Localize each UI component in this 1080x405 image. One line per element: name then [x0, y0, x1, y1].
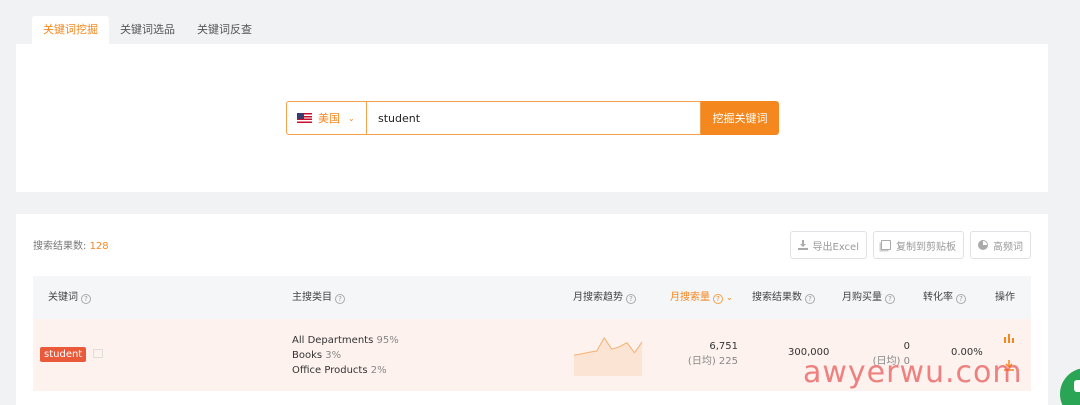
col-monthly-purchase: 月购买量?	[842, 276, 895, 319]
download-icon	[797, 240, 808, 250]
monthly-purchase: 0	[903, 341, 910, 352]
category-pct: 3%	[325, 350, 342, 361]
export-excel-button[interactable]: 导出Excel	[789, 231, 867, 259]
keyword-tag[interactable]: student	[40, 347, 87, 362]
col-category: 主搜类目?	[292, 276, 345, 319]
search-bar: 美国 ⌄ student 挖掘关键词	[286, 101, 779, 135]
table-header: 关键词? 主搜类目? 月搜索趋势? 月搜索量? ⌄ 搜索结果数? 月购买量? 转化…	[33, 276, 1031, 319]
export-excel-label: 导出Excel	[812, 241, 860, 253]
us-flag-icon	[297, 113, 312, 123]
category-item: Office Products 2%	[292, 363, 399, 378]
help-icon[interactable]: ?	[885, 294, 895, 304]
monthly-volume: 6,751	[709, 341, 738, 352]
search-input[interactable]: student	[366, 101, 701, 135]
category-name: Office Products	[292, 365, 368, 376]
help-icon[interactable]: ?	[626, 294, 636, 304]
col-monthly-purchase-label: 月购买量	[842, 292, 882, 303]
col-keyword-label: 关键词	[48, 292, 78, 303]
pie-chart-icon	[978, 240, 988, 250]
category-name: Books	[292, 350, 323, 361]
col-trend: 月搜索趋势?	[573, 276, 636, 319]
trend-sparkline[interactable]	[573, 332, 645, 378]
col-result-count-label: 搜索结果数	[752, 292, 802, 303]
result-count-value: 128	[89, 241, 109, 252]
category-item: All Departments 95%	[292, 333, 399, 348]
copy-to-clipboard-button[interactable]: 复制到剪贴板	[873, 231, 964, 259]
tab-keyword-mining[interactable]: 关键词挖掘	[32, 16, 109, 44]
col-monthly-volume[interactable]: 月搜索量? ⌄	[670, 276, 733, 319]
country-label: 美国	[318, 112, 340, 125]
sort-desc-icon[interactable]: ⌄	[726, 293, 733, 302]
col-actions: 操作	[995, 292, 1015, 303]
help-icon[interactable]: ?	[81, 294, 91, 304]
monthly-volume-cell: 6,751 (日均) 225	[688, 339, 738, 369]
help-icon[interactable]: ?	[805, 294, 815, 304]
result-count: 搜索结果数: 128	[33, 237, 109, 252]
result-actions: 导出Excel 复制到剪贴板 高频词	[789, 231, 1031, 259]
copy-icon	[881, 240, 891, 250]
external-link-icon[interactable]	[93, 349, 103, 358]
category-pct: 95%	[376, 335, 399, 346]
frequent-words-label: 高频词	[993, 241, 1023, 253]
copy-label: 复制到剪贴板	[896, 241, 956, 253]
tab-bar: 关键词挖掘 关键词选品 关键词反查	[32, 16, 263, 44]
country-select[interactable]: 美国 ⌄	[286, 101, 366, 135]
col-conversion-label: 转化率	[923, 292, 953, 303]
category-item: Books 3%	[292, 348, 399, 363]
category-name: All Departments	[292, 335, 374, 346]
col-keyword: 关键词?	[48, 276, 91, 319]
mine-keywords-button[interactable]: 挖掘关键词	[701, 101, 779, 135]
col-monthly-volume-label: 月搜索量	[670, 292, 710, 303]
help-icon[interactable]: ?	[335, 294, 345, 304]
daily-volume: (日均) 225	[687, 356, 738, 367]
category-pct: 2%	[370, 365, 387, 376]
col-category-label: 主搜类目	[292, 292, 332, 303]
search-panel: 美国 ⌄ student 挖掘关键词	[16, 44, 1048, 192]
result-count-label: 搜索结果数:	[33, 241, 87, 252]
watermark: awyerwu.com	[803, 355, 1023, 390]
bar-chart-icon[interactable]	[1003, 333, 1015, 344]
help-icon[interactable]: ?	[713, 294, 723, 304]
frequent-words-button[interactable]: 高频词	[970, 231, 1031, 259]
col-conversion: 转化率?	[923, 276, 966, 319]
tab-keyword-product-selection[interactable]: 关键词选品	[109, 16, 186, 44]
tab-keyword-reverse-lookup[interactable]: 关键词反查	[186, 16, 263, 44]
category-list: All Departments 95% Books 3% Office Prod…	[292, 333, 399, 378]
chevron-down-icon: ⌄	[348, 113, 355, 123]
col-trend-label: 月搜索趋势	[573, 292, 623, 303]
chat-icon[interactable]	[1060, 368, 1080, 405]
help-icon[interactable]: ?	[956, 294, 966, 304]
col-result-count: 搜索结果数?	[752, 276, 815, 319]
